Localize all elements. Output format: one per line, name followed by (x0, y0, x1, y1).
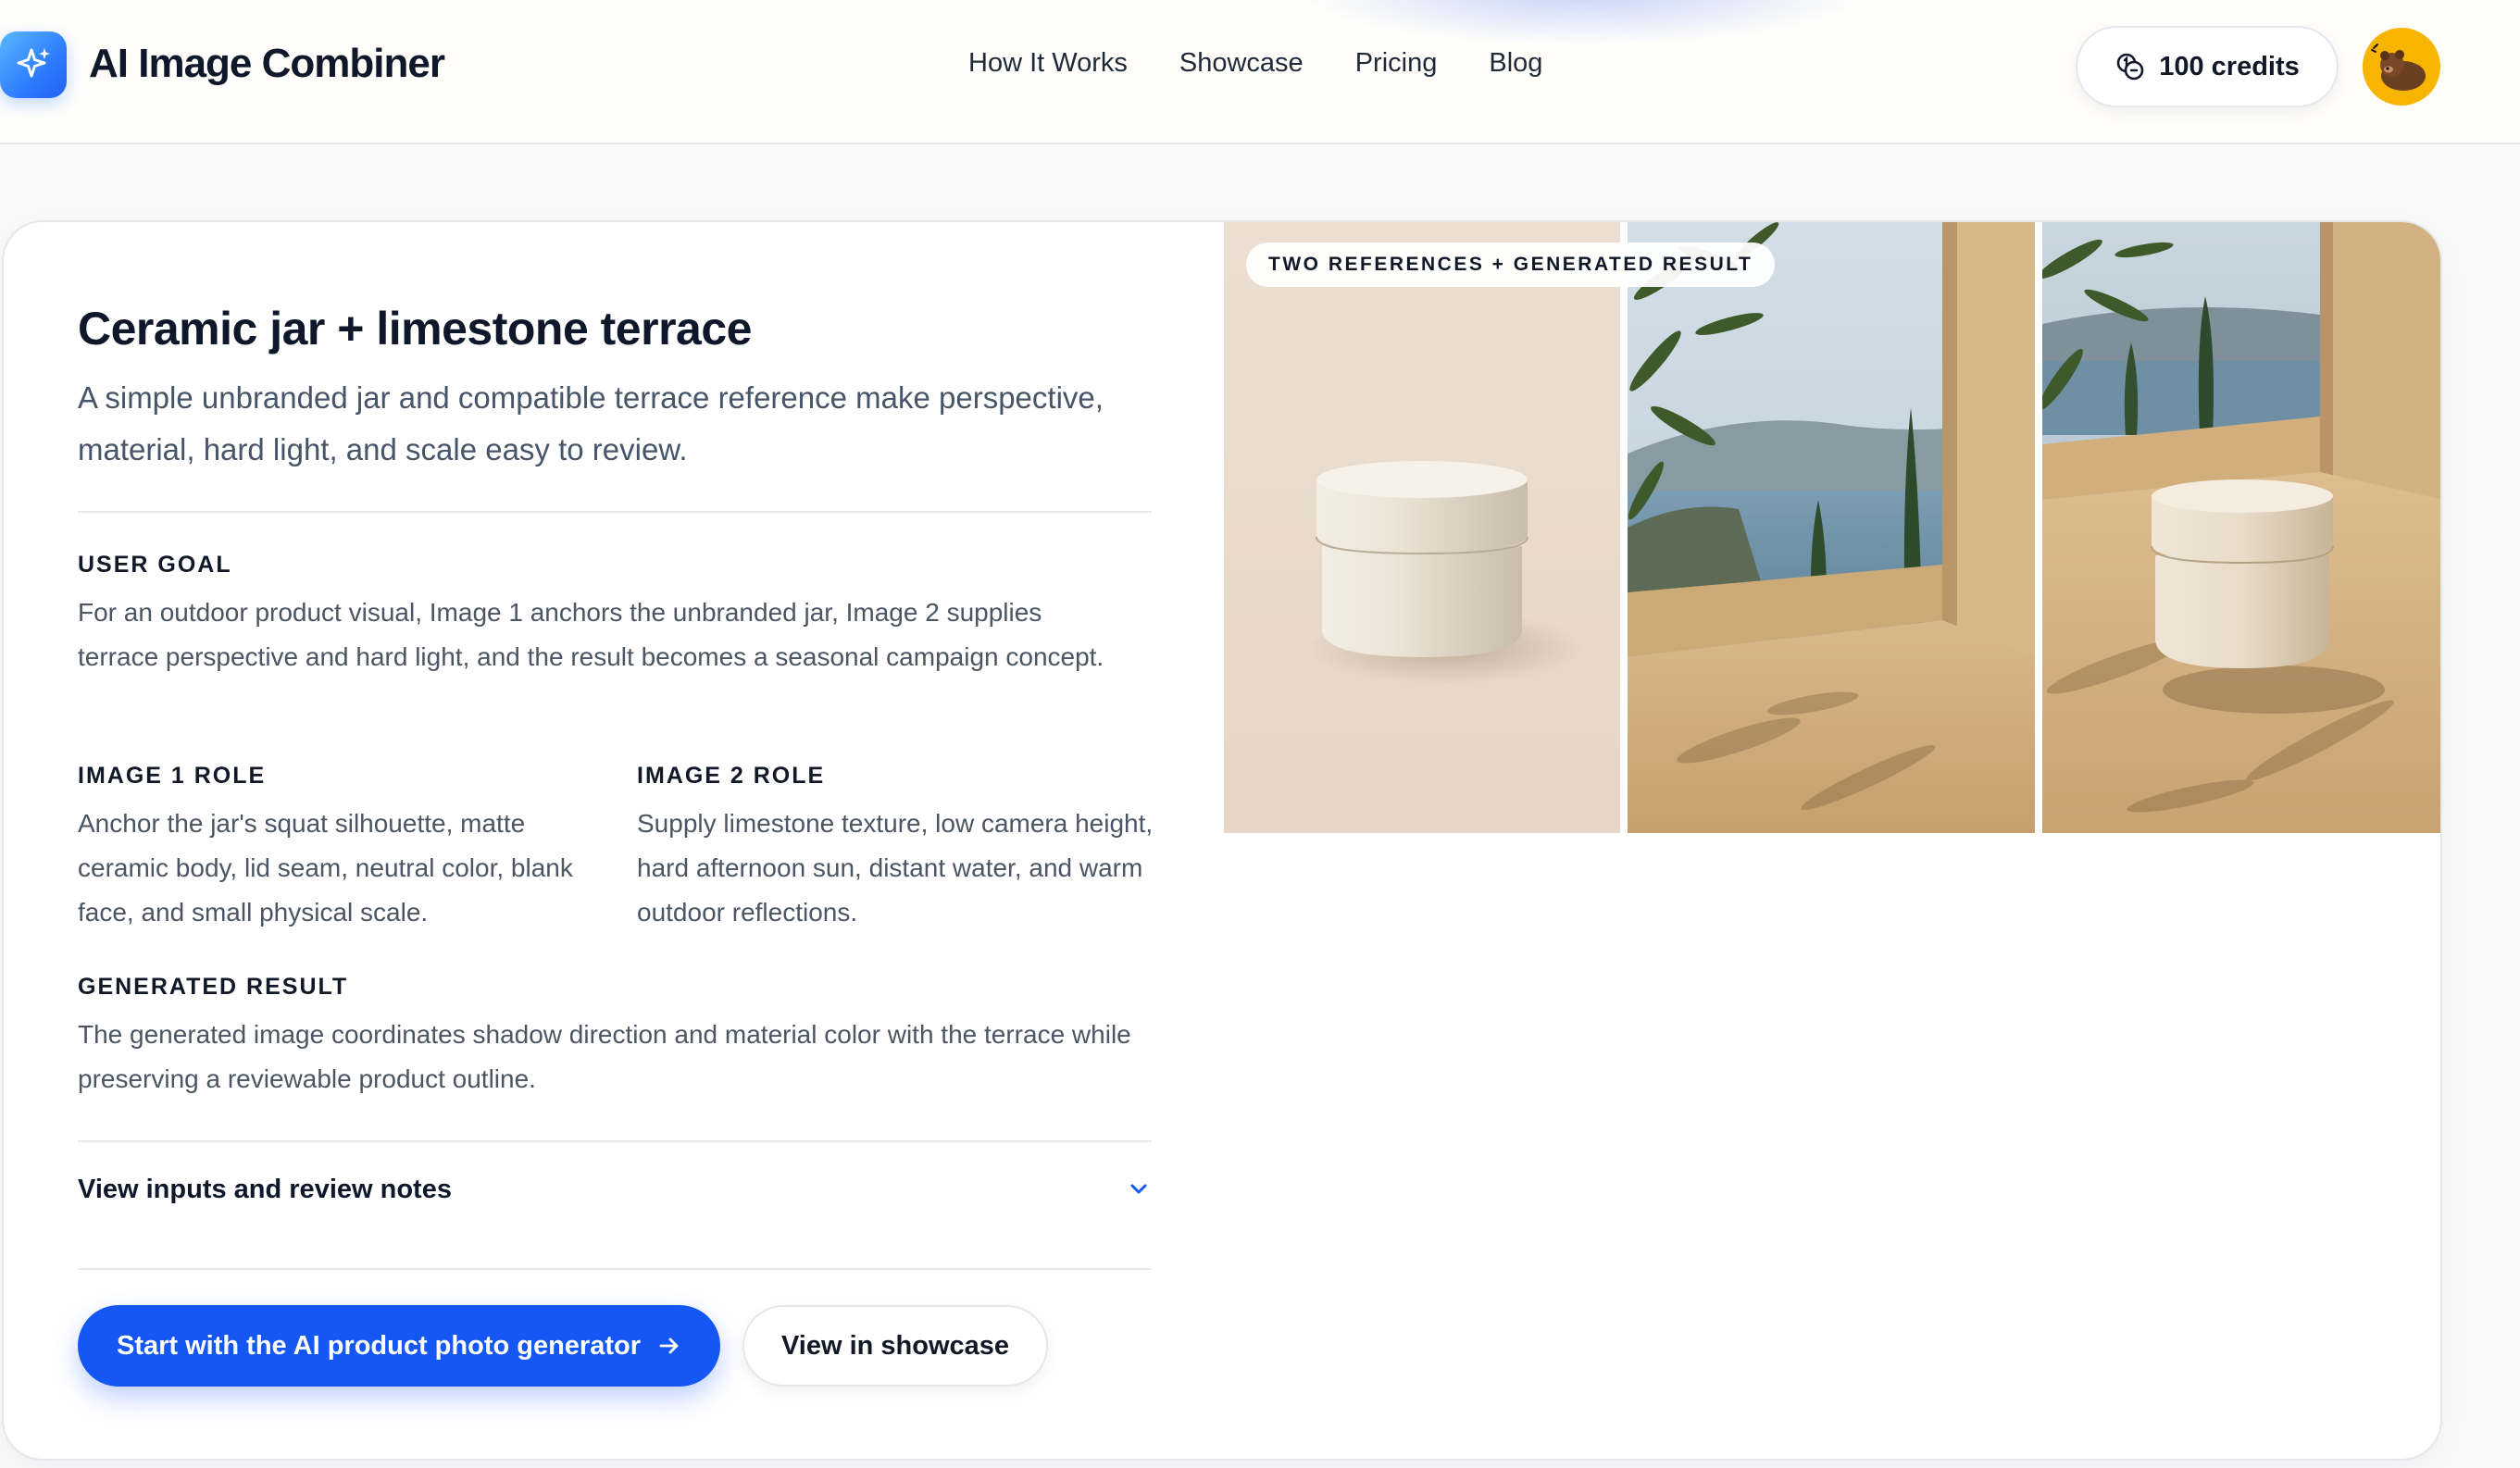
divider (78, 511, 1152, 513)
sparkle-icon[interactable] (0, 31, 67, 98)
image2-role-text: Supply limestone texture, low camera hei… (637, 809, 1154, 927)
nav-blog[interactable]: Blog (1489, 48, 1542, 79)
image-strip-badge: TWO REFERENCES + GENERATED RESULT (1246, 243, 1776, 287)
generated-result-image[interactable] (2042, 222, 2440, 833)
chevron-down-icon (1130, 1184, 1147, 1194)
divider (78, 1140, 1152, 1142)
reference-image-1[interactable] (1224, 222, 1620, 833)
nav-how-it-works[interactable]: How It Works (968, 48, 1128, 79)
generated-result-label: GENERATED RESULT (78, 974, 349, 1000)
credits-label: 100 credits (2159, 51, 2300, 81)
card-title: Ceramic jar + limestone terrace (78, 303, 752, 355)
bear-avatar-icon (2371, 44, 2426, 91)
main-nav: How It Works Showcase Pricing Blog (968, 48, 1542, 79)
coins-icon (2116, 53, 2144, 81)
view-in-showcase-button[interactable]: View in showcase (742, 1305, 1048, 1387)
review-notes-label: View inputs and review notes (78, 1174, 452, 1204)
example-card: Ceramic jar + limestone terrace A simple… (2, 220, 2442, 1461)
arrow-right-icon (659, 1337, 679, 1354)
image1-role-label: IMAGE 1 ROLE (78, 763, 267, 789)
start-generator-button[interactable]: Start with the AI product photo generato… (78, 1305, 720, 1387)
nav-pricing[interactable]: Pricing (1355, 48, 1438, 79)
brand-name[interactable]: AI Image Combiner (89, 41, 445, 87)
credits-button[interactable]: 100 credits (2076, 26, 2339, 107)
generated-result-text: The generated image coordinates shadow d… (78, 1020, 1131, 1093)
user-goal-text: For an outdoor product visual, Image 1 a… (78, 598, 1104, 671)
view-in-showcase-label: View in showcase (780, 1330, 1010, 1361)
user-goal-label: USER GOAL (78, 552, 232, 578)
image1-role-text: Anchor the jar's squat silhouette, matte… (78, 809, 573, 927)
header-glow (1296, 0, 1870, 46)
start-generator-label: Start with the AI product photo generato… (116, 1330, 642, 1361)
review-notes-toggle[interactable]: View inputs and review notes (78, 1148, 1152, 1231)
card-subtitle: A simple unbranded jar and compatible te… (78, 380, 1104, 467)
avatar[interactable] (2363, 28, 2440, 106)
top-navbar: AI Image Combiner How It Works Showcase … (0, 0, 2520, 144)
divider (78, 1268, 1152, 1270)
image-comparison-strip: TWO REFERENCES + GENERATED RESULT (1224, 222, 2440, 833)
nav-showcase[interactable]: Showcase (1179, 48, 1304, 79)
reference-image-2[interactable] (1628, 222, 2035, 833)
image2-role-label: IMAGE 2 ROLE (637, 763, 826, 789)
